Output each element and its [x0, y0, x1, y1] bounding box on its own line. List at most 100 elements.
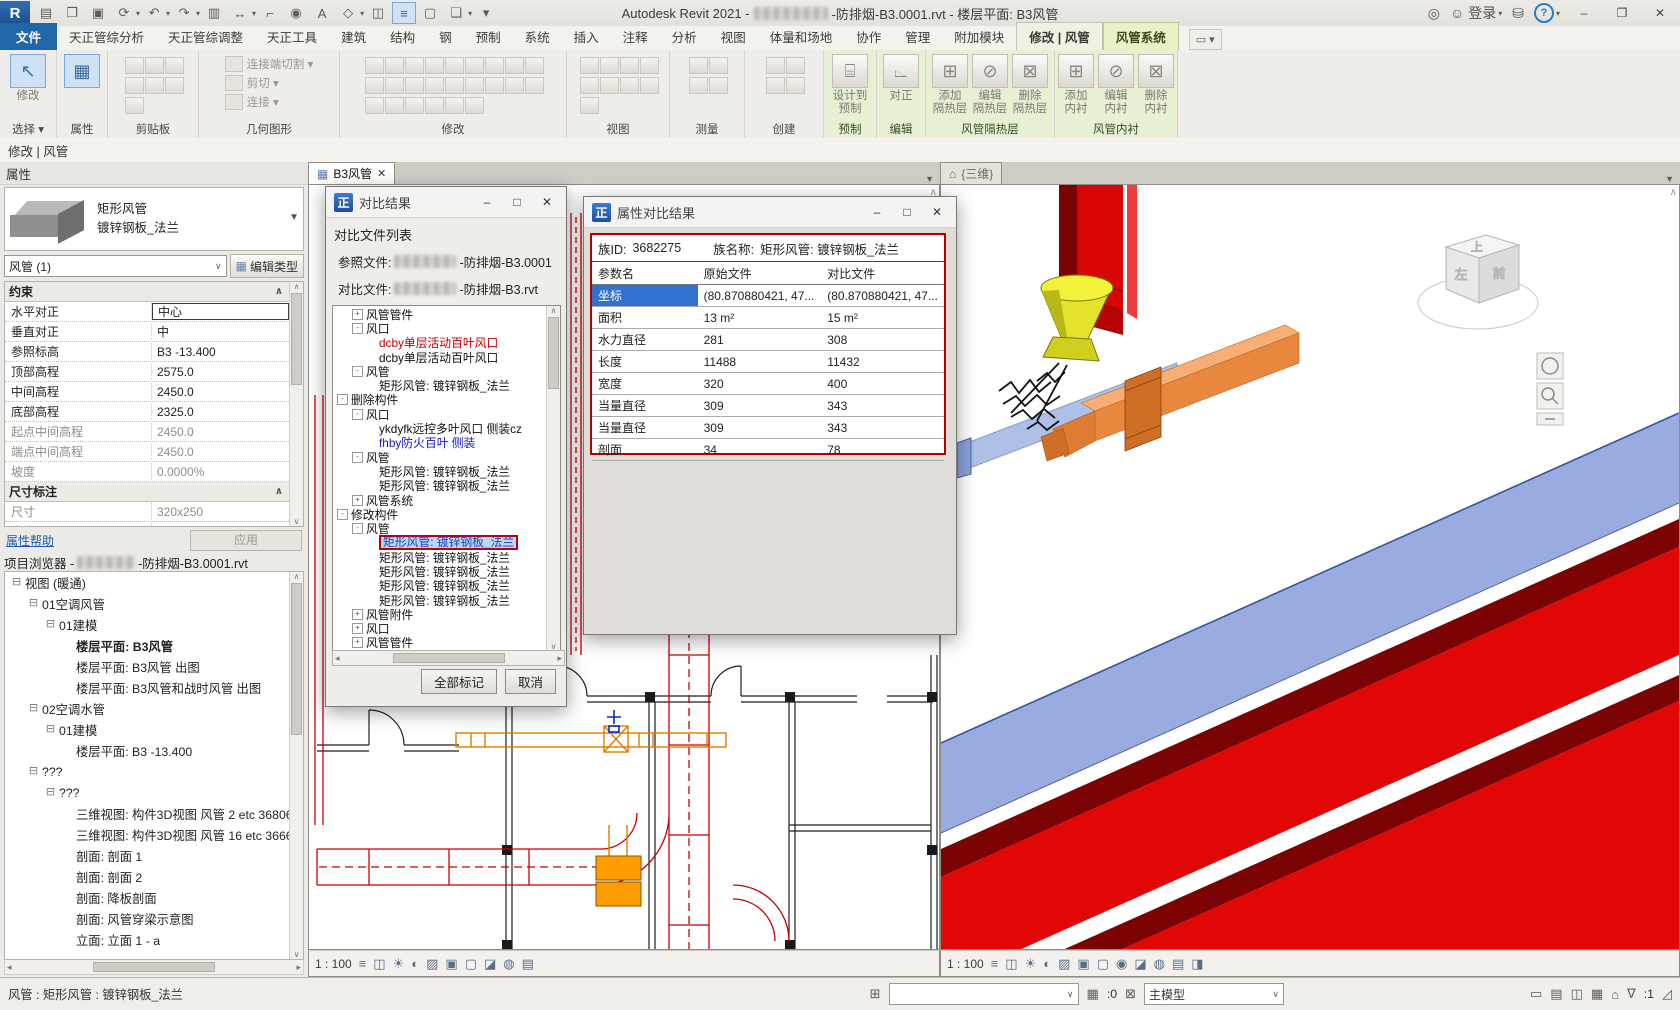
design-option-combo[interactable]: 主模型∨ [1144, 983, 1284, 1005]
compare-tree-item[interactable]: -风管 [333, 521, 546, 535]
ribbon-tab-天正管综调整[interactable]: 天正管综调整 [156, 23, 255, 50]
properties-help-link[interactable]: 属性帮助 [6, 532, 54, 549]
switch-windows-icon-dropdown[interactable]: ▾ [468, 9, 472, 18]
compare-tree-item[interactable]: 矩形风管: 镀锌钢板_法兰 [333, 593, 546, 607]
modify-tool-icon-4[interactable] [445, 57, 464, 74]
pin-icon[interactable]: ◉ [284, 2, 308, 24]
close-hidden-icon[interactable]: ▢ [418, 2, 442, 24]
property-value[interactable]: 中 [152, 323, 289, 340]
property-value[interactable]: 2450.0 [152, 385, 289, 399]
compare-tree-hscrollbar[interactable]: ◂▸ [332, 650, 565, 666]
save-icon[interactable]: ▣ [86, 2, 110, 24]
tree-expand-icon[interactable]: ⊟ [45, 724, 56, 735]
browser-item[interactable]: ⊟01建模 [5, 719, 289, 740]
plan-tab-overflow-icon[interactable]: ▼ [919, 174, 940, 184]
redo-icon[interactable]: ↷ [172, 2, 196, 24]
property-value[interactable]: 2450.0 [152, 425, 289, 439]
table-cell[interactable]: 78 [821, 439, 944, 461]
compare-tree-item[interactable]: +风管附件 [333, 607, 546, 621]
section-icon[interactable]: ◫ [366, 2, 390, 24]
collapse-chevron-icon[interactable]: ∧ [275, 286, 289, 297]
ribbon-tab-协作[interactable]: 协作 [844, 23, 893, 50]
modify-tool-icon-19[interactable] [385, 97, 404, 114]
tree-expand-icon[interactable]: - [352, 323, 363, 334]
tree-expand-icon[interactable]: + [352, 623, 363, 634]
apply-button[interactable]: 应用 [190, 530, 302, 551]
duct-insulation-button-0[interactable]: ⊞添加 隔热层 [932, 54, 968, 116]
measure-icon[interactable]: ↔ [228, 2, 252, 24]
properties-button-0[interactable]: ▦ [63, 54, 101, 90]
create-tool-icon-0[interactable] [766, 57, 785, 74]
browser-item[interactable]: 三维视图: 构件3D视图 风管 16 etc 3666` [5, 824, 289, 845]
property-dialog-titlebar[interactable]: 正 属性对比结果 – □ ✕ [584, 197, 956, 228]
ribbon-tab-分析[interactable]: 分析 [660, 23, 709, 50]
dialog-close-icon[interactable]: ✕ [922, 201, 952, 223]
view-tool-icon-3[interactable] [640, 57, 659, 74]
table-cell[interactable]: 15 m² [821, 307, 944, 329]
property-value[interactable]: 中心 [152, 303, 289, 320]
compare-tree-scrollbar[interactable]: ∧∨ [546, 306, 560, 651]
print-icon[interactable]: ▥ [202, 2, 226, 24]
ribbon-tab-建筑[interactable]: 建筑 [329, 23, 378, 50]
tree-expand-icon[interactable]: - [352, 409, 363, 420]
browser-item[interactable]: ⊟02空调水管 [5, 698, 289, 719]
browser-item[interactable]: 立面: 立面 1 - a [5, 929, 289, 950]
clipboard-tool-icon-0[interactable] [125, 57, 144, 74]
browser-item[interactable]: ⊟??? [5, 782, 289, 803]
edit-button-0[interactable]: ⌳对正 [883, 54, 919, 103]
tree-expand-icon[interactable]: ⊟ [11, 577, 22, 588]
compare-tree-item[interactable]: -修改构件 [333, 507, 546, 521]
property-value[interactable]: B3 -13.400 [152, 345, 289, 359]
dialog-minimize-icon[interactable]: – [862, 201, 892, 223]
clipboard-tool-icon-2[interactable] [165, 57, 184, 74]
table-cell[interactable]: 坐标 [592, 285, 698, 307]
temporary-hide-icon[interactable]: ◪ [484, 956, 496, 972]
tree-expand-icon[interactable]: - [337, 394, 348, 405]
tree-expand-icon[interactable]: - [337, 509, 348, 520]
workset-combo[interactable]: ∨ [889, 983, 1079, 1005]
measure-icon-dropdown[interactable]: ▾ [252, 9, 256, 18]
ribbon-tab-系统[interactable]: 系统 [513, 23, 562, 50]
mark-all-button[interactable]: 全部标记 [421, 669, 497, 694]
tab-b3-duct-plan[interactable]: ▦ B3风管 ✕ [308, 162, 395, 184]
browser-item[interactable]: 剖面: 风管穿梁示意图 [5, 908, 289, 929]
ribbon-tab-天正工具[interactable]: 天正工具 [255, 23, 329, 50]
select-by-face-icon[interactable]: ▦ [1591, 986, 1603, 1002]
crop-view-icon[interactable]: ▣ [445, 956, 457, 972]
selection-combo[interactable]: 风管 (1)∨ [4, 255, 227, 277]
ribbon-tab-注释[interactable]: 注释 [611, 23, 660, 50]
clipboard-tool-icon-3[interactable] [125, 77, 144, 94]
tree-expand-icon[interactable]: ⊟ [28, 598, 39, 609]
crop-view-icon[interactable]: ▣ [1077, 956, 1089, 972]
table-cell[interactable]: 308 [821, 329, 944, 351]
view-tool-icon-5[interactable] [600, 77, 619, 94]
duct-lining-button-0[interactable]: ⊞添加 内衬 [1058, 54, 1094, 116]
close-button[interactable]: ✕ [1646, 3, 1674, 23]
dimension-icon[interactable]: ⌐ [258, 2, 282, 24]
cancel-button[interactable]: 取消 [505, 669, 556, 694]
modify-tool-icon-8[interactable] [525, 57, 544, 74]
table-cell[interactable]: (80.870880421, 47... [821, 285, 944, 307]
shadows-icon[interactable]: ◐ [1043, 956, 1051, 972]
table-cell[interactable]: 320 [698, 373, 822, 395]
table-cell[interactable]: (80.870880421, 47... [698, 285, 822, 307]
table-cell[interactable]: 面积 [592, 307, 698, 329]
view-tool-icon-1[interactable] [600, 57, 619, 74]
plan-scale-button[interactable]: 1 : 100 [315, 957, 352, 971]
ribbon-display-toggle[interactable]: ▭ ▾ [1189, 29, 1222, 50]
tree-expand-icon[interactable]: ⊟ [28, 766, 39, 777]
view3d-scale-button[interactable]: 1 : 100 [947, 957, 984, 971]
tree-expand-icon[interactable]: - [352, 523, 363, 534]
table-cell[interactable]: 水力直径 [592, 329, 698, 351]
type-selector[interactable]: 矩形风管 镀锌钢板_法兰 ▼ [4, 187, 304, 251]
browser-item[interactable]: 楼层平面: B3 -13.400 [5, 740, 289, 761]
filter-icon[interactable]: ∇ [1627, 986, 1636, 1002]
table-cell[interactable]: 剖面 [592, 439, 698, 461]
modify-tool-icon-15[interactable] [485, 77, 504, 94]
view-tool-icon-8[interactable] [580, 97, 599, 114]
compare-tree-item[interactable]: +风口 [333, 622, 546, 636]
property-value[interactable]: 2450.0 [152, 445, 289, 459]
analytical-icon[interactable]: ◨ [1191, 956, 1203, 972]
property-section-1[interactable]: 尺寸标注∧ [5, 482, 289, 502]
browser-item[interactable]: ⊟??? [5, 761, 289, 782]
